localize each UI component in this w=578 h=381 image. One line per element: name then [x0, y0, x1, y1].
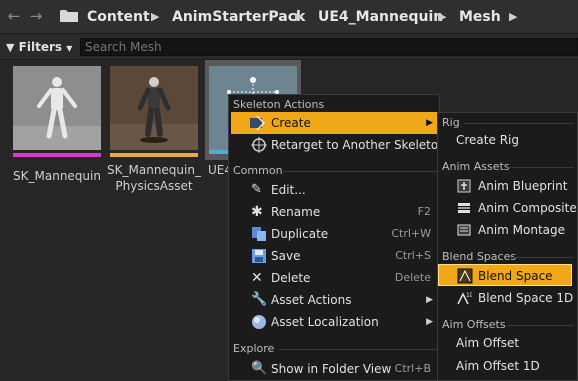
back-arrow-icon[interactable]: ←	[6, 8, 22, 24]
blend-space-icon	[457, 268, 473, 284]
rename-icon: ✱	[251, 204, 263, 220]
breadcrumb-separator-icon[interactable]: ▶	[151, 9, 159, 25]
forward-arrow-icon[interactable]: →	[28, 8, 44, 24]
anim-montage-icon	[457, 224, 471, 236]
save-icon	[252, 249, 266, 263]
folder-icon	[60, 10, 78, 22]
svg-text:1D: 1D	[466, 292, 472, 299]
breadcrumb-mesh[interactable]: Mesh	[459, 8, 501, 26]
search-input[interactable]	[80, 38, 578, 56]
divider	[283, 171, 437, 172]
filters-label: Filters	[18, 40, 63, 54]
menu-item-duplicate[interactable]: Duplicate Ctrl+W	[231, 223, 437, 245]
menu-item-anim-blueprint[interactable]: Anim Blueprint	[440, 175, 575, 197]
asset-tile-sk-mannequin[interactable]	[13, 66, 101, 157]
section-header-blend-spaces: Blend Spaces	[442, 250, 517, 263]
breadcrumb-ue4-mannequin[interactable]: UE4_Mannequin	[318, 8, 443, 26]
asset-name: SK_Mannequin	[13, 169, 101, 183]
menu-item-anim-composite[interactable]: Anim Composite	[440, 197, 577, 219]
menu-item-create-rig[interactable]: Create Rig	[440, 129, 575, 151]
retarget-icon	[251, 137, 267, 153]
blend-space-1d-icon: 1D	[457, 292, 472, 305]
menu-item-edit[interactable]: ✎ Edit...	[231, 179, 437, 201]
skeletal-mesh-thumbnail	[13, 66, 101, 150]
wrench-icon: 🔧	[251, 292, 268, 307]
divider	[508, 167, 574, 168]
chevron-down-icon: ▼	[66, 44, 73, 53]
section-header-aim-offsets: Aim Offsets	[442, 318, 506, 331]
pencil-icon: ✎	[251, 182, 262, 197]
menu-item-aim-offset-1d[interactable]: Aim Offset 1D	[440, 355, 575, 377]
asset-type-strip	[13, 153, 101, 157]
create-submenu: Rig Create Rig Anim Assets Anim Blueprin…	[437, 112, 578, 381]
divider	[506, 325, 574, 326]
asset-type-strip	[110, 153, 198, 157]
create-icon	[250, 115, 265, 131]
menu-item-asset-localization[interactable]: Asset Localization ▶	[231, 311, 437, 333]
breadcrumb-animstarterpack[interactable]: AnimStarterPack	[172, 8, 305, 26]
menu-item-create[interactable]: Create ▶	[231, 112, 437, 134]
delete-x-icon: ✕	[251, 270, 263, 286]
filter-icon: ▼	[6, 41, 15, 54]
section-header-skeleton-actions: Skeleton Actions	[233, 98, 325, 111]
divider	[464, 123, 574, 124]
divider	[279, 349, 437, 350]
anim-composite-icon	[458, 203, 470, 213]
asset-name: SK_Mannequin_ PhysicsAsset	[107, 163, 201, 193]
section-header-anim-assets: Anim Assets	[442, 160, 510, 173]
section-header-explore: Explore	[233, 342, 275, 355]
context-menu: Skeleton Actions Create ▶ Retarget to An…	[228, 94, 446, 381]
menu-item-retarget[interactable]: Retarget to Another Skeleton	[231, 134, 446, 156]
section-header-common: Common	[233, 164, 283, 177]
magnifier-icon: 🔍	[251, 361, 268, 376]
physics-asset-thumbnail	[110, 66, 198, 150]
menu-item-aim-offset[interactable]: Aim Offset	[440, 332, 575, 354]
menu-item-rename[interactable]: ✱ Rename F2	[231, 201, 437, 223]
menu-item-anim-montage[interactable]: Anim Montage	[440, 219, 575, 241]
path-bar: ← → Content ▶ AnimStarterPack ▶ UE4_Mann…	[0, 0, 578, 34]
menu-item-show-in-folder[interactable]: 🔍 Show in Folder View Ctrl+B	[231, 358, 437, 380]
menu-item-blend-space-1d[interactable]: 1D Blend Space 1D	[440, 287, 575, 309]
breadcrumb-content[interactable]: Content	[87, 8, 150, 26]
anim-blueprint-icon	[457, 179, 471, 193]
globe-icon	[252, 315, 266, 329]
breadcrumb-separator-icon[interactable]: ▶	[295, 9, 303, 25]
breadcrumb-separator-icon[interactable]: ▶	[509, 9, 517, 25]
asset-tile-physics-asset[interactable]	[110, 66, 198, 157]
filter-bar: ▼ Filters ▼	[0, 34, 578, 60]
divider	[510, 257, 574, 258]
chevron-right-icon: ▶	[426, 317, 433, 327]
menu-item-blend-space[interactable]: Blend Space	[438, 264, 572, 286]
duplicate-icon	[252, 227, 266, 241]
menu-item-save[interactable]: Save Ctrl+S	[231, 245, 437, 267]
menu-item-asset-actions[interactable]: 🔧 Asset Actions ▶	[231, 289, 437, 311]
chevron-right-icon: ▶	[426, 118, 433, 128]
menu-item-delete[interactable]: ✕ Delete Delete	[231, 267, 437, 289]
chevron-right-icon: ▶	[426, 295, 433, 305]
filters-button[interactable]: ▼ Filters ▼	[6, 38, 72, 56]
breadcrumb-separator-icon[interactable]: ▶	[438, 9, 446, 25]
